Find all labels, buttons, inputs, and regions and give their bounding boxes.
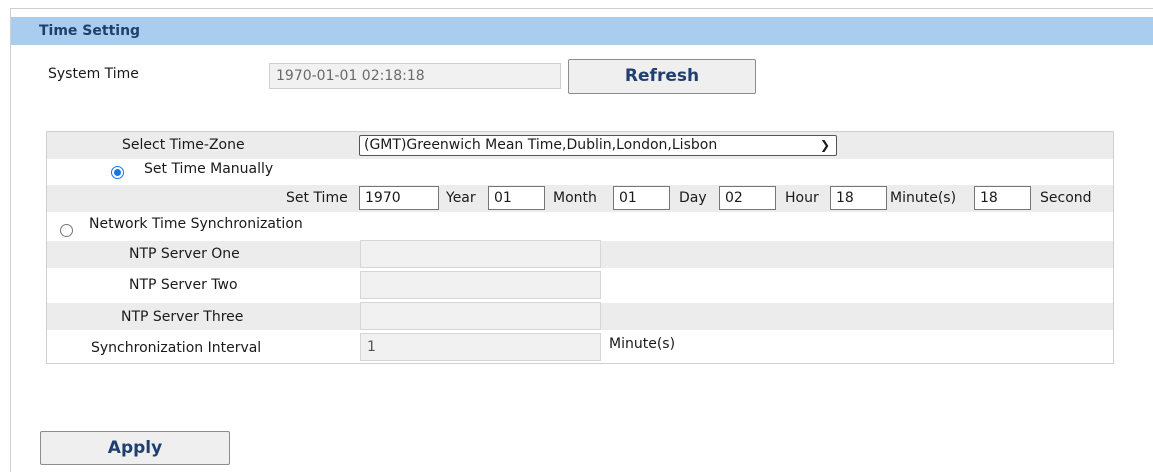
ntp-server-three-label: NTP Server Three <box>121 309 244 325</box>
refresh-button[interactable]: Refresh <box>568 59 756 94</box>
timezone-label: Select Time-Zone <box>122 137 245 153</box>
timezone-selected-value: (GMT)Greenwich Mean Time,Dublin,London,L… <box>364 137 718 153</box>
timezone-select[interactable]: (GMT)Greenwich Mean Time,Dublin,London,L… <box>359 135 837 156</box>
day-input[interactable]: 01 <box>613 186 670 210</box>
sync-interval-label: Synchronization Interval <box>91 340 262 356</box>
set-time-label: Set Time <box>286 190 348 206</box>
section-title: Time Setting <box>11 17 1153 45</box>
apply-button[interactable]: Apply <box>40 431 230 465</box>
month-label: Month <box>553 190 597 206</box>
system-time-field: 1970-01-01 02:18:18 <box>269 63 561 89</box>
ntp-server-one-label: NTP Server One <box>129 246 240 262</box>
ntp-server-two-input[interactable] <box>360 271 601 299</box>
year-label: Year <box>446 190 476 206</box>
hour-input[interactable]: 02 <box>719 186 776 210</box>
hour-label: Hour <box>785 190 819 206</box>
day-label: Day <box>679 190 707 206</box>
year-input[interactable]: 1970 <box>359 186 439 210</box>
minute-label: Minute(s) <box>890 190 957 206</box>
second-label: Second <box>1040 190 1092 206</box>
chevron-down-icon: ❯ <box>819 138 830 152</box>
sync-interval-input[interactable]: 1 <box>360 333 601 361</box>
ntp-server-one-input[interactable] <box>360 240 601 268</box>
manual-time-radio-label: Set Time Manually <box>144 161 274 177</box>
ntp-server-two-label: NTP Server Two <box>129 277 238 293</box>
sync-interval-unit: Minute(s) <box>609 336 676 352</box>
second-input[interactable]: 18 <box>974 186 1031 210</box>
ntp-sync-radio[interactable] <box>60 224 73 237</box>
manual-time-radio[interactable] <box>111 166 124 179</box>
minute-input[interactable]: 18 <box>830 186 887 210</box>
ntp-server-three-input[interactable] <box>360 302 601 330</box>
system-time-label: System Time <box>48 66 139 82</box>
month-input[interactable]: 01 <box>488 186 545 210</box>
ntp-sync-radio-label: Network Time Synchronization <box>89 216 303 232</box>
